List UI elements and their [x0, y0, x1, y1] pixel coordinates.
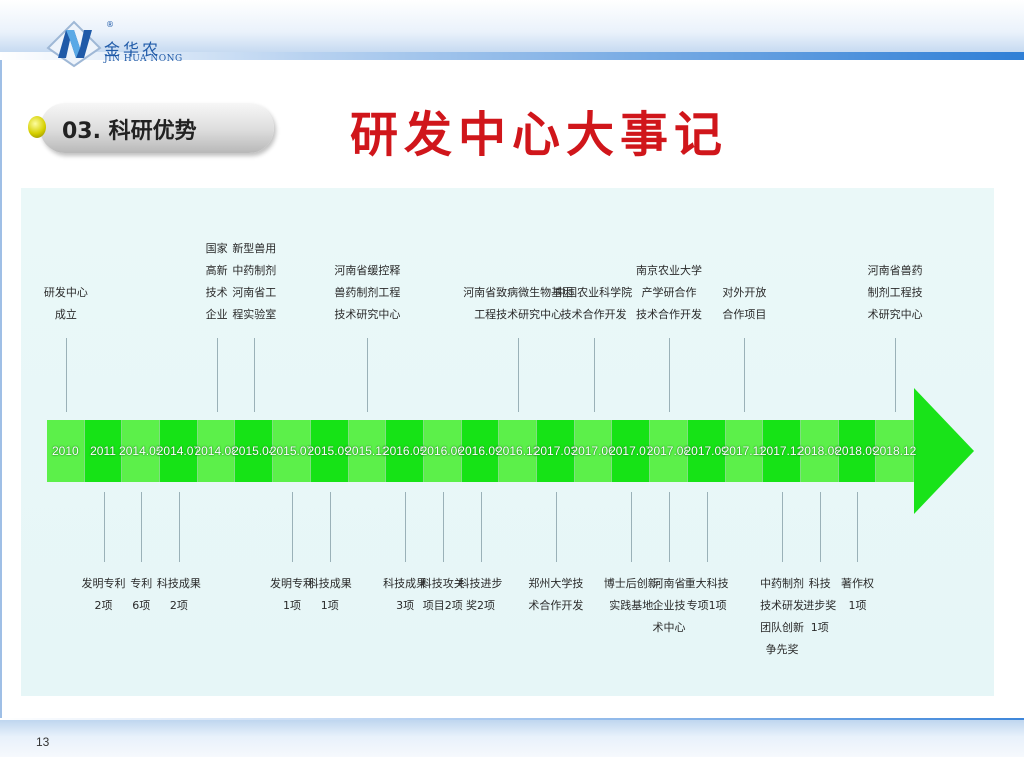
arrow-head-icon [914, 388, 974, 514]
timeline-segment: 2018.09 [835, 420, 879, 482]
timeline-segment: 2018.08 [798, 420, 841, 482]
timeline-segment: 2018.12 [873, 420, 916, 482]
footer-band [0, 720, 1024, 757]
achievement-label: 重大科技 专项1项 [684, 577, 729, 612]
achievement-connector [819, 492, 821, 562]
achievement-connector [103, 492, 105, 562]
timeline-segment: 2016.06 [421, 420, 464, 482]
achievement-connector [178, 492, 180, 562]
achievement-connector [405, 492, 407, 562]
achievement-connector [782, 492, 784, 562]
timeline-segment: 2017.07 [609, 420, 652, 482]
milestone-label: 河南省缓控释 兽药制剂工程 技术研究中心 [334, 264, 401, 321]
milestone-label: 河南省兽药 制剂工程技 术研究中心 [867, 264, 923, 321]
timeline-segment: 2015.12 [345, 420, 389, 482]
achievement-connector [555, 492, 557, 562]
achievement-connector [668, 492, 670, 562]
timeline-segment: 2014.05 [119, 420, 162, 482]
timeline-segment: 2015.04 [232, 420, 276, 482]
milestone-label: 国家 高新 技术 企业 [205, 242, 228, 321]
milestone-connector [668, 338, 670, 412]
timeline-segment: 2010 [47, 420, 85, 482]
milestone-connector [65, 338, 67, 412]
milestone-connector [593, 338, 595, 412]
timeline-segment: 2015.09 [308, 420, 351, 482]
achievement-label: 河南省 企业技 术中心 [652, 577, 686, 634]
milestone-connector [254, 338, 256, 412]
achievement-connector [631, 492, 633, 562]
timeline-segment: 2017.11 [723, 420, 765, 482]
timeline-segment: 2017.03 [534, 420, 577, 482]
timeline-segment: 2016.09 [458, 420, 502, 482]
achievement-label: 中药制剂 技术研发 团队创新 争先奖 [760, 577, 805, 656]
achievement-label: 发明专利 2项 [81, 577, 126, 612]
milestone-connector [518, 338, 520, 412]
timeline-segment: 2017.09 [684, 420, 728, 482]
achievement-connector [480, 492, 482, 562]
achievement-connector [706, 492, 708, 562]
timeline-segment: 2017.08 [647, 420, 690, 482]
achievement-label: 郑州大学技 术合作开发 [528, 577, 584, 612]
achievement-label: 著作权 1项 [840, 577, 874, 612]
timeline-segment: 2011 [84, 420, 123, 482]
achievement-connector [141, 492, 143, 562]
milestone-connector [895, 338, 897, 412]
achievement-connector [442, 492, 444, 562]
milestone-connector [216, 338, 218, 412]
achievement-connector [292, 492, 294, 562]
achievement-label: 博士后创新 实践基地 [603, 577, 659, 612]
timeline-segment: 2015.07 [270, 420, 313, 482]
page-number: 13 [36, 735, 50, 749]
achievement-connector [329, 492, 331, 562]
milestone-label: 研发中心 成立 [43, 286, 88, 321]
timeline-segment: 2014.07 [157, 420, 200, 482]
timeline-segment: 2016.12 [496, 420, 539, 482]
achievement-label: 科技 进步奖 1项 [803, 577, 837, 634]
timeline-segment: 2017.06 [571, 420, 615, 482]
achievement-label: 专利 6项 [130, 577, 153, 612]
timeline-segment: 2014.08 [194, 420, 238, 482]
achievement-connector [857, 492, 859, 562]
timeline-segment: 2017.12 [760, 420, 803, 482]
milestone-label: 南京农业大学 产学研合作 技术合作开发 [635, 264, 702, 321]
milestone-label: 新型兽用 中药制剂 河南省工 程实验室 [232, 242, 277, 321]
milestone-label: 中国农业科学院 技术合作开发 [555, 286, 633, 321]
milestone-connector [744, 338, 746, 412]
achievement-label: 科技进步 奖2项 [458, 577, 503, 612]
timeline: 2010 2011 2014.05 2014.07 2014.08 2015.04 2015… [0, 0, 1024, 757]
milestone-label: 对外开放 合作项目 [722, 286, 767, 321]
timeline-segment: 2016.05 [383, 420, 426, 482]
achievement-label: 科技成果 1项 [307, 577, 352, 612]
milestone-connector [367, 338, 369, 412]
achievement-label: 科技成果 2项 [156, 577, 201, 612]
